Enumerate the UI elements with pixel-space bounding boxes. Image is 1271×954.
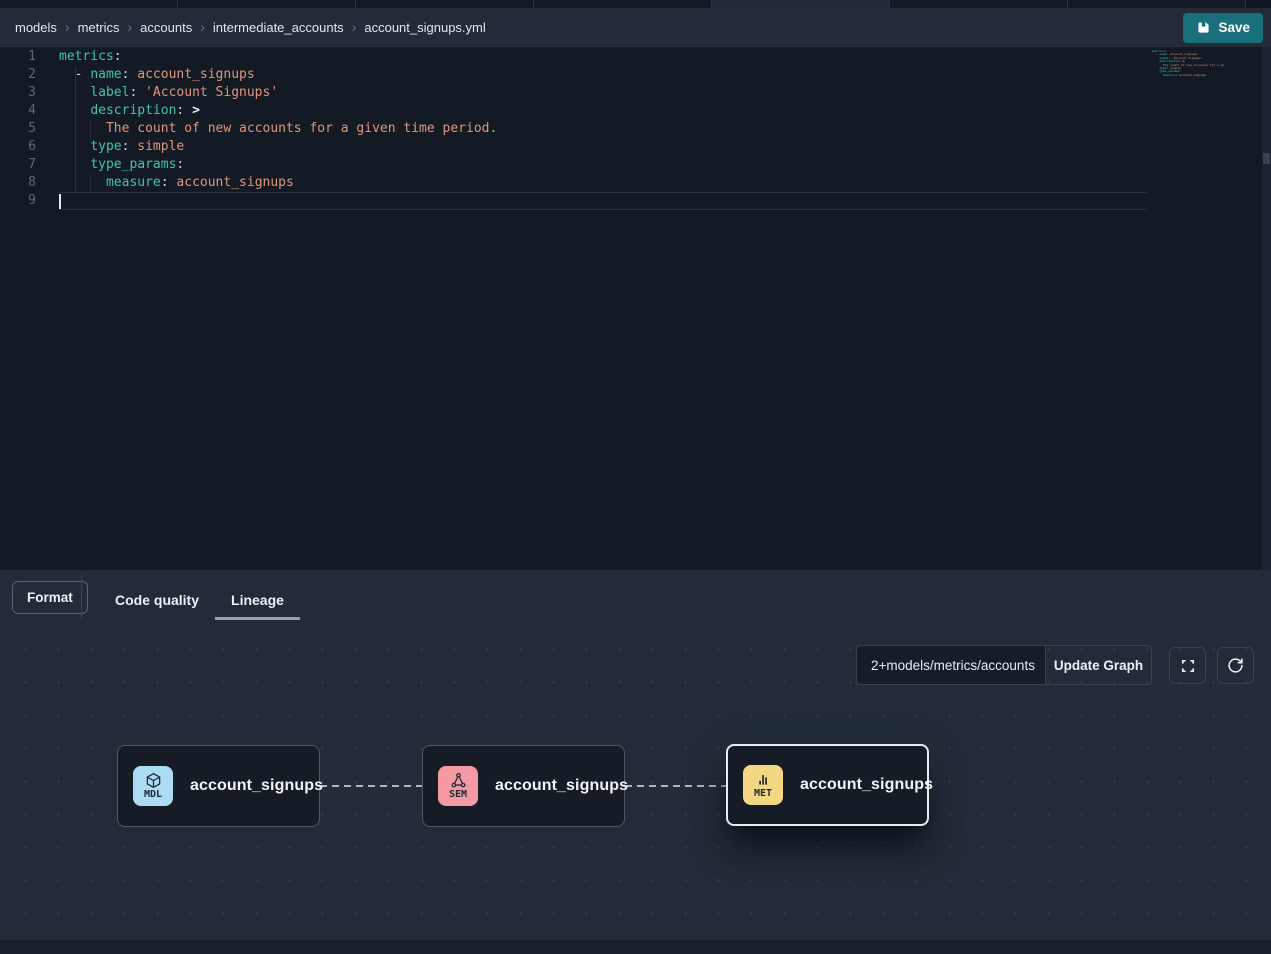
- node-label: account_signups: [495, 777, 628, 795]
- window-tab-5[interactable]: [890, 0, 1068, 8]
- breadcrumb-separator-icon: ›: [352, 20, 357, 34]
- code-line-8[interactable]: 8 measure: account_signups: [0, 174, 1271, 192]
- current-line-highlight: [59, 192, 1147, 210]
- refresh-icon: [1227, 657, 1244, 674]
- window-tab-2[interactable]: [356, 0, 534, 8]
- minimap[interactable]: metrics: - name: account_signups label: …: [1152, 50, 1224, 81]
- indent-guide: [75, 66, 76, 192]
- app-window: models › metrics › accounts › intermediate_acc…: [0, 0, 1271, 954]
- window-tab-0[interactable]: [0, 0, 178, 8]
- text-cursor: [59, 194, 61, 209]
- window-tab-1[interactable]: [178, 0, 356, 8]
- line-number: 4: [0, 102, 36, 120]
- fullscreen-icon: [1180, 658, 1196, 674]
- line-number: 2: [0, 66, 36, 84]
- line-number: 9: [0, 192, 36, 210]
- breadcrumb: models › metrics › accounts › intermediate_acc…: [15, 20, 486, 35]
- bottom-panel: Format Code qualityLineage Update Graph: [0, 570, 1271, 954]
- node-label: account_signups: [190, 777, 323, 795]
- indent-guide: [90, 120, 91, 138]
- line-number: 1: [0, 48, 36, 66]
- lineage-node-sem[interactable]: SEM account_signups: [422, 745, 625, 827]
- breadcrumb-item[interactable]: metrics: [78, 20, 120, 35]
- scrollbar-thumb[interactable]: [1263, 153, 1270, 164]
- met-badge: MET: [743, 765, 783, 805]
- window-tab-3[interactable]: [534, 0, 712, 8]
- breadcrumb-item[interactable]: models: [15, 20, 57, 35]
- node-label: account_signups: [800, 776, 933, 794]
- format-button[interactable]: Format: [12, 581, 88, 614]
- save-icon: [1196, 20, 1211, 35]
- panel-tabs: Code qualityLineage: [99, 582, 300, 620]
- semantic-graph-icon: [450, 772, 467, 789]
- lineage-node-mdl[interactable]: MDL account_signups: [117, 745, 320, 827]
- window-tab-4[interactable]: [712, 0, 890, 8]
- panel-divider: [81, 575, 82, 620]
- breadcrumb-item[interactable]: accounts: [140, 20, 192, 35]
- tab-lineage[interactable]: Lineage: [215, 582, 300, 620]
- code-line-1[interactable]: 1metrics:: [0, 48, 1271, 66]
- badge-type-label: SEM: [449, 790, 467, 800]
- breadcrumb-item[interactable]: intermediate_accounts: [213, 20, 344, 35]
- line-number: 7: [0, 156, 36, 174]
- code-line-7[interactable]: 7 type_params:: [0, 156, 1271, 174]
- line-number: 5: [0, 120, 36, 138]
- refresh-button[interactable]: [1217, 647, 1254, 684]
- badge-type-label: MDL: [144, 790, 162, 800]
- code-lines: 1metrics:2 - name: account_signups3 labe…: [0, 48, 1271, 210]
- cube-icon: [145, 772, 162, 789]
- breadcrumb-separator-icon: ›: [200, 20, 205, 34]
- metric-chart-icon: [755, 771, 772, 788]
- lineage-node-met[interactable]: METaccount_signups: [726, 744, 929, 826]
- save-button[interactable]: Save: [1183, 13, 1263, 43]
- breadcrumb-separator-icon: ›: [65, 20, 70, 34]
- line-number: 6: [0, 138, 36, 156]
- update-graph-button[interactable]: Update Graph: [1045, 645, 1152, 685]
- file-header-bar: models › metrics › accounts › intermediate_acc…: [0, 8, 1271, 47]
- line-number: 3: [0, 84, 36, 102]
- breadcrumb-item[interactable]: account_signups.yml: [364, 20, 485, 35]
- breadcrumb-separator-icon: ›: [127, 20, 132, 34]
- code-line-6[interactable]: 6 type: simple: [0, 138, 1271, 156]
- code-line-5[interactable]: 5 The count of new accounts for a given …: [0, 120, 1271, 138]
- badge-type-label: MET: [754, 789, 772, 799]
- graph-selector-input[interactable]: [856, 645, 1046, 685]
- code-line-3[interactable]: 3 label: 'Account Signups': [0, 84, 1271, 102]
- code-editor[interactable]: 1metrics:2 - name: account_signups3 labe…: [0, 47, 1271, 570]
- line-number: 8: [0, 174, 36, 192]
- save-button-label: Save: [1218, 20, 1250, 35]
- indent-guide: [90, 174, 91, 192]
- tab-code-quality[interactable]: Code quality: [99, 582, 215, 620]
- code-line-2[interactable]: 2 - name: account_signups: [0, 66, 1271, 84]
- code-line-4[interactable]: 4 description: >: [0, 102, 1271, 120]
- fullscreen-button[interactable]: [1169, 647, 1206, 684]
- canvas-footer: [0, 940, 1271, 954]
- window-tab-6[interactable]: [1068, 0, 1246, 8]
- mdl-badge: MDL: [133, 766, 173, 806]
- window-tab-strip: [0, 0, 1271, 8]
- sem-badge: SEM: [438, 766, 478, 806]
- editor-scrollbar[interactable]: [1262, 47, 1271, 570]
